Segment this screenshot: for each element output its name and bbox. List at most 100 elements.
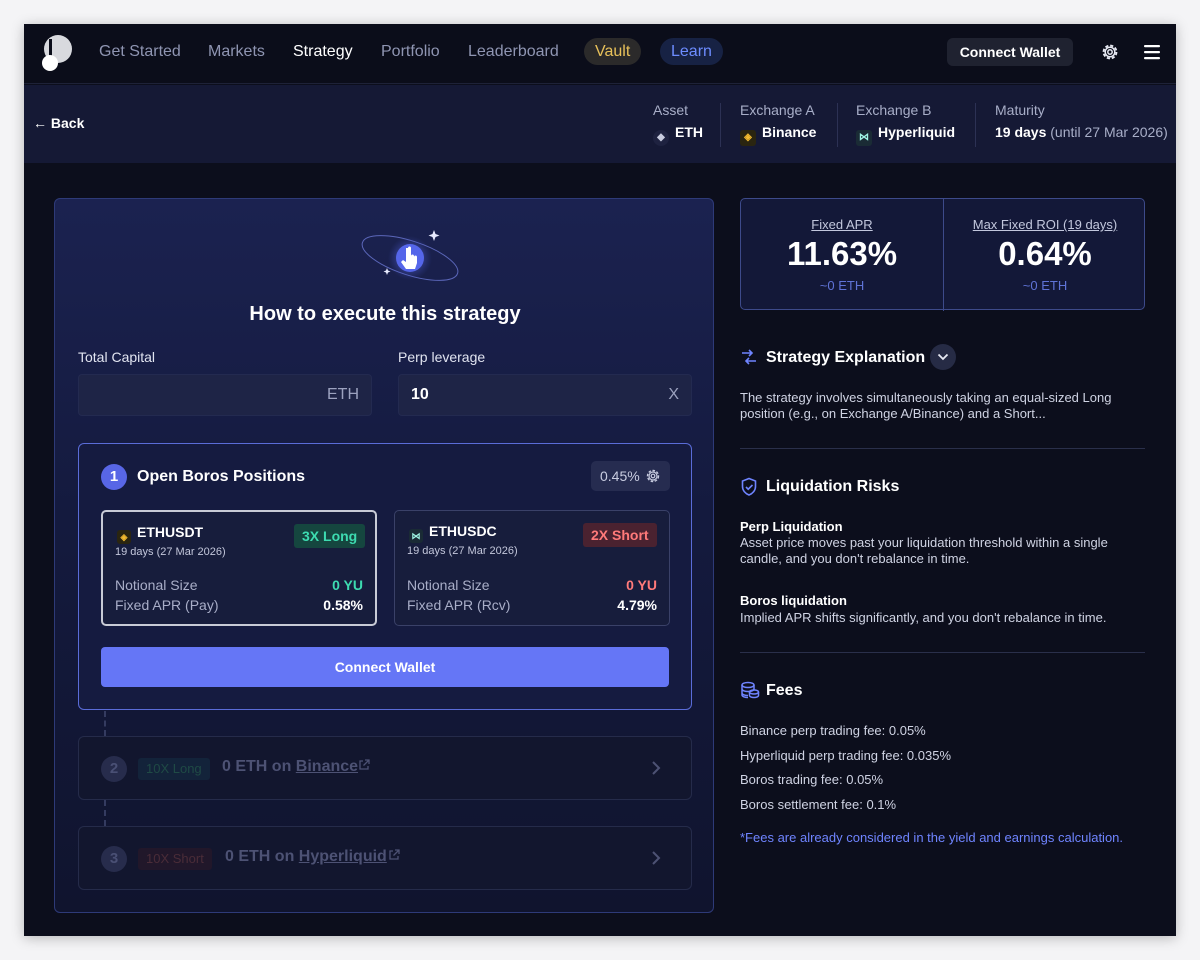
nav-learn[interactable]: Learn <box>660 38 723 65</box>
exchange-icon <box>742 349 756 365</box>
yield-stats-card: Fixed APR 11.63% ~0 ETH Max Fixed ROI (1… <box>740 198 1146 311</box>
binance-icon: ◈ <box>117 530 131 544</box>
exchange-link-binance[interactable]: Binance <box>296 758 358 775</box>
connect-wallet-button[interactable]: Connect Wallet <box>101 647 669 687</box>
max-roi-label[interactable]: Max Fixed ROI (19 days) <box>944 217 1146 232</box>
asset-text: ETH <box>675 124 703 140</box>
symbol-text: ETHUSDC <box>429 523 497 539</box>
fees-title: Fees <box>766 682 803 699</box>
nav-markets[interactable]: Markets <box>208 42 265 62</box>
divider <box>837 103 838 147</box>
total-capital-label: Total Capital <box>78 349 156 365</box>
total-capital-unit: ETH <box>327 386 359 403</box>
app-window: Get Started Markets Strategy Portfolio L… <box>24 24 1176 936</box>
fee-item: Boros trading fee: 0.05% <box>740 772 884 787</box>
coins-icon <box>741 681 760 699</box>
shield-icon <box>741 477 757 496</box>
step-number: 2 <box>101 756 127 782</box>
maturity-value: 19 days (until 27 Mar 2026) <box>995 124 1168 140</box>
max-roi-sub: ~0 ETH <box>1022 278 1068 293</box>
exchange-b-value: ⋈ Hyperliquid <box>856 124 955 146</box>
notional-label: Notional Size <box>115 577 198 593</box>
chevron-right-icon[interactable] <box>651 850 661 866</box>
step-number: 1 <box>101 464 127 490</box>
notional-value: 0 YU <box>332 577 363 593</box>
nav-leaderboard[interactable]: Leaderboard <box>468 42 559 62</box>
apr-label: Fixed APR (Rcv) <box>407 597 511 613</box>
slippage-value: 0.45% <box>600 468 640 484</box>
binance-icon: ◈ <box>740 130 756 146</box>
divider <box>720 103 721 147</box>
strategy-subheader: ← Back Asset ◆ ETH Exchange A ◈ Binance Ex… <box>24 85 1176 163</box>
boros-liquidation-title: Boros liquidation <box>740 593 1150 609</box>
nav-portfolio[interactable]: Portfolio <box>381 42 440 62</box>
apr-value: 4.79% <box>617 597 657 613</box>
step-short-hyperliquid[interactable]: 3 10X Short 0 ETH on Hyperliquid <box>78 826 692 890</box>
position-date: 19 days (27 Mar 2026) <box>115 546 226 558</box>
step-text: 0 ETH on Binance <box>222 758 358 776</box>
step-number: 3 <box>101 846 127 872</box>
chevron-right-icon[interactable] <box>651 760 661 776</box>
position-tag-short: 2X Short <box>583 523 657 547</box>
step-amount: 0 ETH on <box>225 848 295 865</box>
strategy-explanation-text: The strategy involves simultaneously tak… <box>740 390 1112 421</box>
divider <box>740 652 1145 653</box>
perp-leverage-input[interactable]: 10 X <box>398 374 692 416</box>
external-link-icon[interactable] <box>358 759 370 771</box>
exchange-link-hyperliquid[interactable]: Hyperliquid <box>299 848 387 865</box>
nav-get-started[interactable]: Get Started <box>99 42 181 62</box>
perp-liquidation-title: Perp Liquidation <box>740 519 1150 535</box>
position-tag-long: 3X Long <box>294 524 366 548</box>
fixed-apr-sub: ~0 ETH <box>819 278 865 293</box>
menu-icon[interactable] <box>1142 42 1162 62</box>
nav-strategy[interactable]: Strategy <box>293 42 353 62</box>
exchange-a-label: Exchange A <box>740 102 815 118</box>
position-card-ethusdc[interactable]: ⋈ ETHUSDC 19 days (27 Mar 2026) 2X Short … <box>394 510 670 626</box>
pointer-icon <box>361 230 459 281</box>
connect-wallet-button-top[interactable]: Connect Wallet <box>947 38 1073 66</box>
perp-liquidation-heading: Perp Liquidation <box>740 519 843 534</box>
hyperliquid-icon: ⋈ <box>409 529 423 543</box>
nav-vault[interactable]: Vault <box>584 38 642 65</box>
chevron-down-icon <box>937 353 949 361</box>
fee-item: Binance perp trading fee: 0.05% <box>740 723 926 738</box>
logo[interactable] <box>40 35 72 73</box>
top-nav: Get Started Markets Strategy Portfolio L… <box>24 24 1176 84</box>
boros-liquidation-heading: Boros liquidation <box>740 593 847 608</box>
notional-value: 0 YU <box>626 577 657 593</box>
apr-value: 0.58% <box>323 597 363 613</box>
perp-leverage-value: 10 <box>411 386 429 403</box>
exchange-b-label: Exchange B <box>856 102 932 118</box>
leverage-tag-long: 10X Long <box>138 758 210 780</box>
symbol-text: ETHUSDT <box>137 524 204 540</box>
total-capital-input[interactable]: ETH <box>78 374 372 416</box>
divider <box>975 103 976 147</box>
step-connector <box>104 800 106 826</box>
boros-liquidation-text: Implied APR shifts significantly, and yo… <box>740 610 1107 625</box>
external-link-icon[interactable] <box>388 849 400 861</box>
position-card-ethusdt[interactable]: ◈ ETHUSDT 19 days (27 Mar 2026) 3X Long N… <box>101 510 377 626</box>
step-connector <box>104 711 106 736</box>
fixed-apr-label[interactable]: Fixed APR <box>741 217 943 232</box>
liquidation-risks-title: Liquidation Risks <box>766 478 900 495</box>
strategy-execution-card: How to execute this strategy Total Capit… <box>54 198 714 913</box>
step-text: 0 ETH on Hyperliquid <box>225 848 387 866</box>
gear-icon <box>646 469 660 483</box>
gear-icon[interactable] <box>1100 42 1120 62</box>
apr-label: Fixed APR (Pay) <box>115 597 219 613</box>
maturity-label: Maturity <box>995 102 1045 118</box>
fee-item: Hyperliquid perp trading fee: 0.035% <box>740 748 952 763</box>
eth-icon: ◆ <box>653 130 669 146</box>
perp-liquidation-text: Asset price moves past your liquidation … <box>740 535 1108 566</box>
perp-leverage-unit: X <box>668 386 679 403</box>
step-long-binance[interactable]: 2 10X Long 0 ETH on Binance <box>78 736 692 800</box>
perp-leverage-label: Perp leverage <box>398 349 486 365</box>
slippage-settings-button[interactable]: 0.45% <box>591 461 670 491</box>
strategy-explanation-title: Strategy Explanation <box>766 349 926 366</box>
max-roi-value: 0.64% <box>998 235 1092 272</box>
back-link[interactable]: ← Back <box>33 115 84 131</box>
fees-note: *Fees are already considered in the yiel… <box>740 830 1124 845</box>
expand-explanation-button[interactable] <box>930 344 956 370</box>
divider <box>740 448 1145 449</box>
exchange-b-text: Hyperliquid <box>878 124 956 140</box>
